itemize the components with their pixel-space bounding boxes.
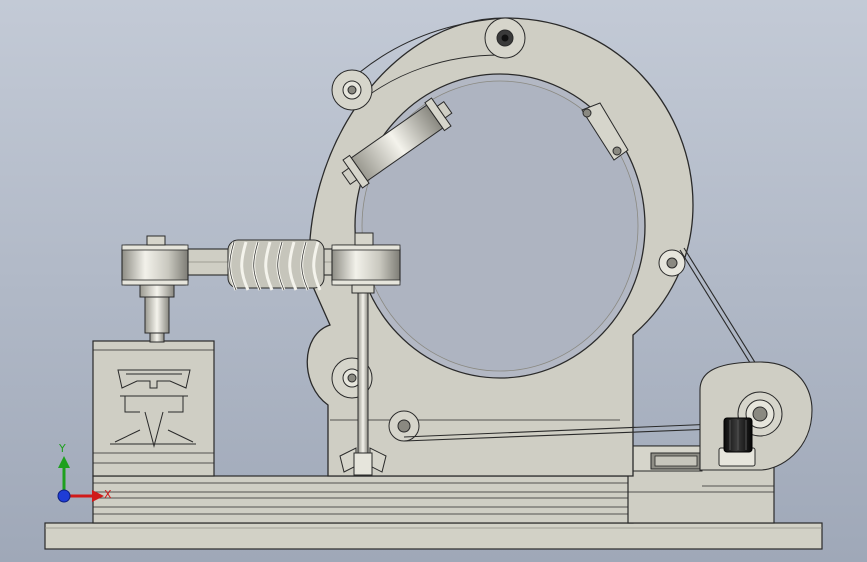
cad-viewport[interactable]: Y X: [0, 0, 867, 562]
bolt-top: [484, 17, 526, 59]
left-support-block[interactable]: [92, 340, 215, 477]
triad-z-axis: [57, 489, 71, 503]
triad-y-label: Y: [59, 442, 66, 455]
bolt-right: [658, 249, 686, 277]
triad-x-label: X: [104, 488, 112, 501]
linear-rail[interactable]: [92, 475, 634, 524]
motor-pulley[interactable]: [699, 361, 813, 471]
mechanism-model[interactable]: [0, 0, 867, 562]
left-pulley-post[interactable]: [139, 282, 175, 343]
bolt-upper-left: [331, 69, 373, 111]
coil-spring[interactable]: [227, 239, 325, 291]
vertical-rod[interactable]: [357, 292, 369, 454]
left-pulley[interactable]: [121, 235, 189, 286]
base-plate[interactable]: [44, 522, 823, 550]
control-knob[interactable]: [718, 417, 756, 467]
triad-y-arrowhead: [58, 456, 70, 468]
